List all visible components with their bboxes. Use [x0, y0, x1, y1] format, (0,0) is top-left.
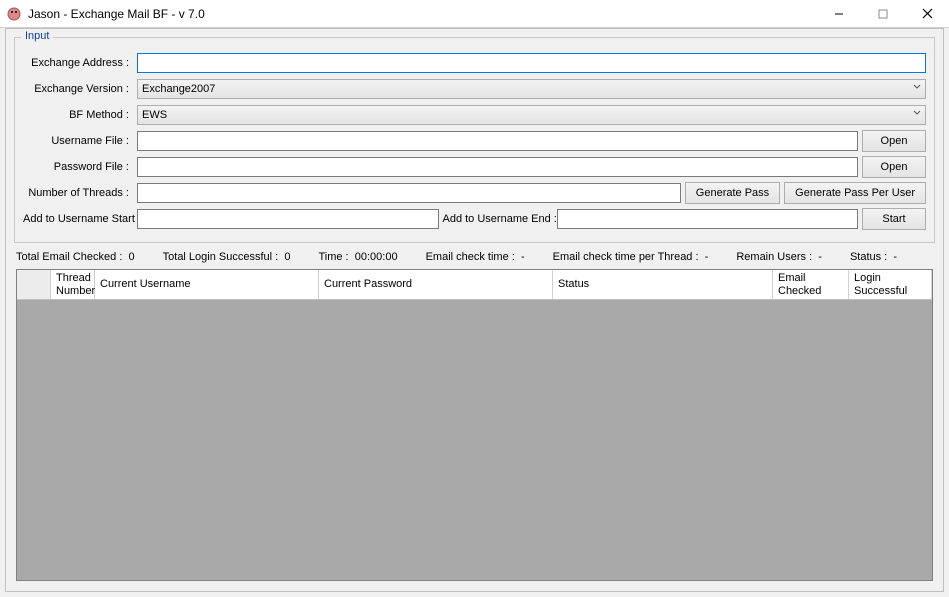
input-groupbox: Input Exchange Address : Exchange Versio… — [14, 37, 935, 243]
open-username-button[interactable]: Open — [862, 130, 926, 152]
email-check-time: Email check time : - — [426, 251, 525, 263]
exchange-version-value: Exchange2007 — [142, 83, 215, 95]
maximize-button[interactable] — [861, 0, 905, 28]
add-user-start-input[interactable] — [137, 209, 439, 229]
num-threads-label: Number of Threads : — [23, 187, 133, 199]
total-login-successful: Total Login Successful : 0 — [163, 251, 291, 263]
remain-users: Remain Users : - — [736, 251, 822, 263]
minimize-button[interactable] — [817, 0, 861, 28]
total-email-checked: Total Email Checked : 0 — [16, 251, 135, 263]
exchange-address-input[interactable] — [137, 53, 926, 73]
bf-method-combo[interactable]: EWS — [137, 105, 926, 125]
column-email-checked[interactable]: Email Checked — [773, 270, 849, 299]
time-elapsed: Time : 00:00:00 — [318, 251, 397, 263]
window-title: Jason - Exchange Mail BF - v 7.0 — [28, 7, 205, 21]
start-button[interactable]: Start — [862, 208, 926, 230]
password-file-label: Password File : — [23, 161, 133, 173]
chevron-down-icon — [913, 108, 921, 120]
bf-method-value: EWS — [142, 109, 167, 121]
generate-pass-button[interactable]: Generate Pass — [685, 182, 780, 204]
status-line: Total Email Checked : 0 Total Login Succ… — [6, 247, 943, 267]
grid-header: Thread Number Current Username Current P… — [17, 270, 932, 300]
client-area: Input Exchange Address : Exchange Versio… — [5, 28, 944, 592]
add-user-end-input[interactable] — [557, 209, 859, 229]
groupbox-title: Input — [21, 30, 53, 42]
column-current-password[interactable]: Current Password — [319, 270, 553, 299]
email-check-time-per-thread: Email check time per Thread : - — [553, 251, 709, 263]
add-user-end-label: Add to Username End : — [443, 213, 553, 225]
exchange-version-combo[interactable]: Exchange2007 — [137, 79, 926, 99]
column-login-successful[interactable]: Login Successful — [849, 270, 932, 299]
close-button[interactable] — [905, 0, 949, 28]
num-threads-input[interactable] — [137, 183, 681, 203]
grid-row-selector-header[interactable] — [17, 270, 51, 299]
app-icon — [6, 6, 22, 22]
column-thread-number[interactable]: Thread Number — [51, 270, 95, 299]
status-field: Status : - — [850, 251, 897, 263]
column-current-username[interactable]: Current Username — [95, 270, 319, 299]
chevron-down-icon — [913, 82, 921, 94]
bf-method-label: BF Method : — [23, 109, 133, 121]
open-password-button[interactable]: Open — [862, 156, 926, 178]
results-grid[interactable]: Thread Number Current Username Current P… — [16, 269, 933, 581]
username-file-label: Username File : — [23, 135, 133, 147]
generate-pass-per-user-button[interactable]: Generate Pass Per User — [784, 182, 926, 204]
exchange-version-label: Exchange Version : — [23, 83, 133, 95]
username-file-input[interactable] — [137, 131, 858, 151]
add-user-start-label: Add to Username Start : — [23, 213, 133, 225]
column-status[interactable]: Status — [553, 270, 773, 299]
password-file-input[interactable] — [137, 157, 858, 177]
title-bar: Jason - Exchange Mail BF - v 7.0 — [0, 0, 949, 28]
exchange-address-label: Exchange Address : — [23, 57, 133, 69]
